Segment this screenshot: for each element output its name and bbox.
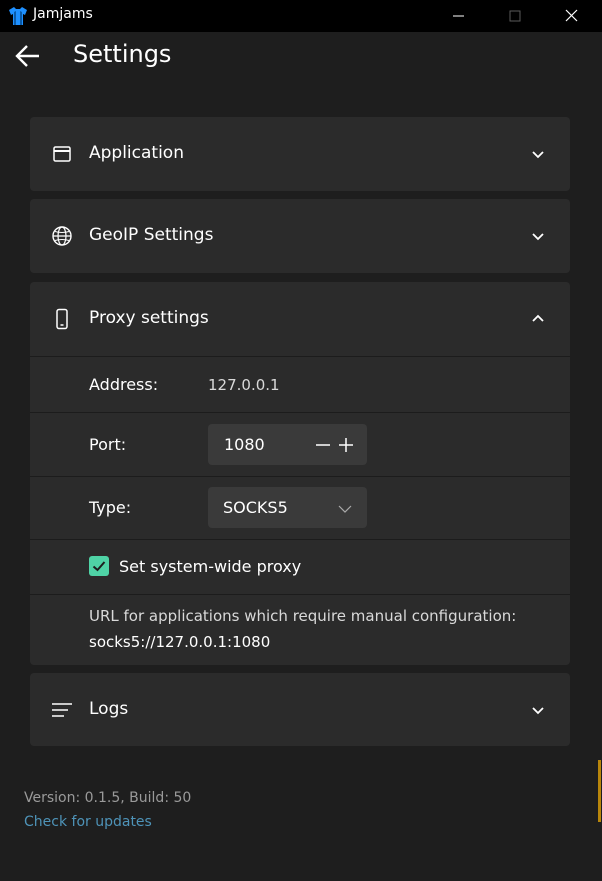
section-logs: Logs bbox=[30, 673, 570, 746]
proxy-type-row: Type: SOCKS5 bbox=[30, 476, 570, 539]
section-logs-header[interactable]: Logs bbox=[30, 673, 570, 747]
app-shirt-icon bbox=[8, 6, 28, 26]
decrement-icon[interactable] bbox=[314, 436, 332, 454]
version-text: Version: 0.1.5, Build: 50 bbox=[24, 790, 192, 806]
system-proxy-checkbox[interactable] bbox=[89, 556, 109, 576]
proxy-port-row: Port: 1080 bbox=[30, 412, 570, 476]
type-label: Type: bbox=[89, 498, 132, 517]
section-application: Application bbox=[30, 117, 570, 191]
page-header: Settings bbox=[0, 32, 602, 82]
maximize-icon bbox=[509, 10, 521, 22]
proxy-address-row: Address: 127.0.0.1 bbox=[30, 356, 570, 412]
section-proxy-title: Proxy settings bbox=[89, 308, 209, 328]
system-proxy-label: Set system-wide proxy bbox=[119, 557, 302, 576]
arrow-left-icon bbox=[15, 45, 39, 67]
close-icon bbox=[565, 9, 578, 22]
port-number-input[interactable]: 1080 bbox=[208, 424, 367, 465]
back-button[interactable] bbox=[10, 40, 46, 72]
port-label: Port: bbox=[89, 435, 127, 454]
section-geoip-header[interactable]: GeoIP Settings bbox=[30, 199, 570, 273]
proxy-url-value: socks5://127.0.0.1:1080 bbox=[89, 633, 271, 651]
system-proxy-row: Set system-wide proxy bbox=[30, 539, 570, 594]
chevron-down-icon bbox=[530, 702, 546, 718]
minimize-icon bbox=[453, 15, 464, 17]
section-proxy: Proxy settings Address: 127.0.0.1 Port: … bbox=[30, 282, 570, 665]
section-application-header[interactable]: Application bbox=[30, 117, 570, 191]
chevron-down-icon bbox=[530, 228, 546, 244]
proxy-type-select[interactable]: SOCKS5 bbox=[208, 487, 367, 528]
window-edge-highlight bbox=[598, 760, 601, 822]
section-logs-title: Logs bbox=[89, 699, 129, 719]
section-application-title: Application bbox=[89, 143, 184, 163]
section-geoip: GeoIP Settings bbox=[30, 199, 570, 273]
app-name: Jamjams bbox=[33, 6, 93, 22]
lines-icon bbox=[50, 698, 74, 722]
address-value: 127.0.0.1 bbox=[208, 376, 280, 394]
chevron-down-icon bbox=[337, 500, 353, 516]
chevron-down-icon bbox=[530, 146, 546, 162]
check-updates-link[interactable]: Check for updates bbox=[24, 814, 152, 830]
increment-icon[interactable] bbox=[337, 436, 355, 454]
mobile-device-icon bbox=[50, 307, 74, 331]
window-icon bbox=[50, 142, 74, 166]
chevron-up-icon bbox=[530, 311, 546, 327]
minimize-button[interactable] bbox=[430, 0, 488, 32]
globe-icon bbox=[50, 224, 74, 248]
proxy-type-value: SOCKS5 bbox=[223, 498, 288, 517]
maximize-button[interactable] bbox=[486, 0, 544, 32]
close-button[interactable] bbox=[543, 0, 601, 32]
port-value: 1080 bbox=[224, 435, 265, 454]
section-proxy-header[interactable]: Proxy settings bbox=[30, 282, 570, 356]
title-bar: Jamjams bbox=[0, 0, 602, 32]
section-geoip-title: GeoIP Settings bbox=[89, 225, 214, 245]
checkmark-icon bbox=[92, 561, 106, 572]
address-label: Address: bbox=[89, 375, 159, 394]
url-note: URL for applications which require manua… bbox=[89, 607, 517, 625]
proxy-url-row: URL for applications which require manua… bbox=[30, 594, 570, 666]
page-title: Settings bbox=[73, 40, 172, 68]
